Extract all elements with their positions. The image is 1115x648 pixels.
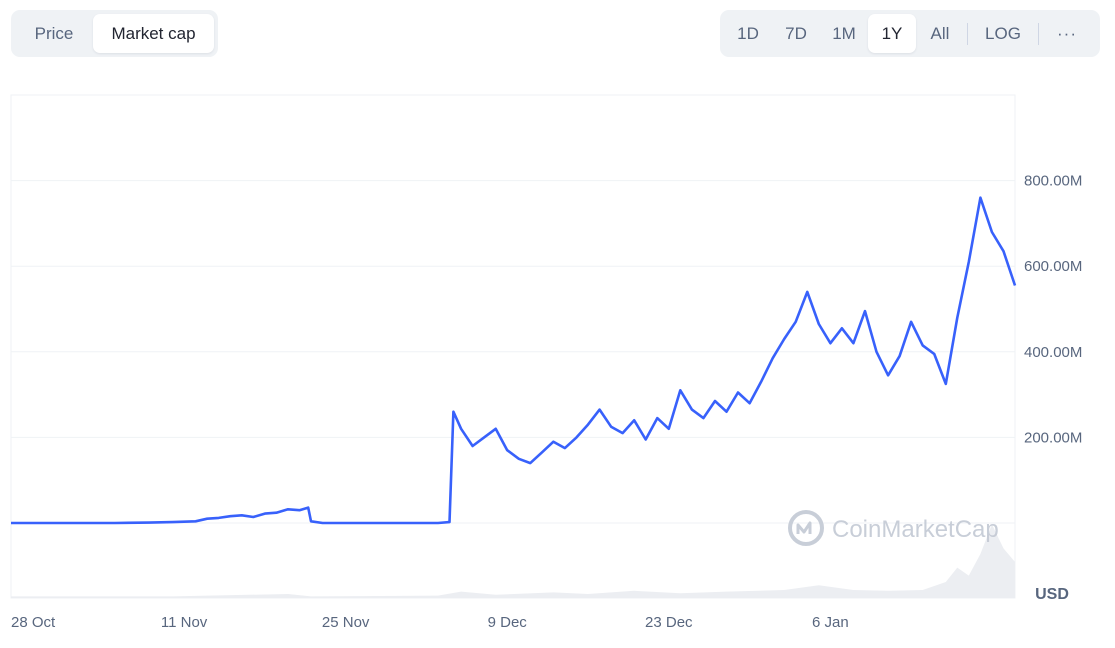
y-tick-label: 800.00M	[1024, 173, 1082, 190]
watermark-text: CoinMarketCap	[832, 516, 999, 543]
x-tick-label: 23 Dec	[645, 614, 693, 631]
y-tick-label: 400.00M	[1024, 344, 1082, 361]
coinmarketcap-logo-icon	[788, 510, 824, 546]
x-tick-label: 6 Jan	[812, 614, 849, 631]
market-cap-chart: CoinMarketCap 200.00M 400.00M 600.00M 800.0…	[10, 94, 1082, 631]
market-cap-line	[11, 196, 1017, 525]
watermark: CoinMarketCap	[788, 510, 999, 546]
x-tick-label: 25 Nov	[322, 614, 370, 631]
y-axis: 200.00M 400.00M 600.00M 800.00M	[1024, 173, 1082, 447]
grid-lines	[11, 180, 1015, 524]
unit-label: USD	[1035, 586, 1069, 603]
x-tick-label: 9 Dec	[488, 614, 528, 631]
x-tick-label: 11 Nov	[161, 614, 208, 631]
y-tick-label: 600.00M	[1024, 258, 1082, 275]
x-tick-label: 28 Oct	[11, 614, 56, 631]
y-tick-label: 200.00M	[1024, 429, 1082, 446]
x-axis: 28 Oct 11 Nov 25 Nov 9 Dec 23 Dec 6 Jan	[11, 614, 849, 631]
